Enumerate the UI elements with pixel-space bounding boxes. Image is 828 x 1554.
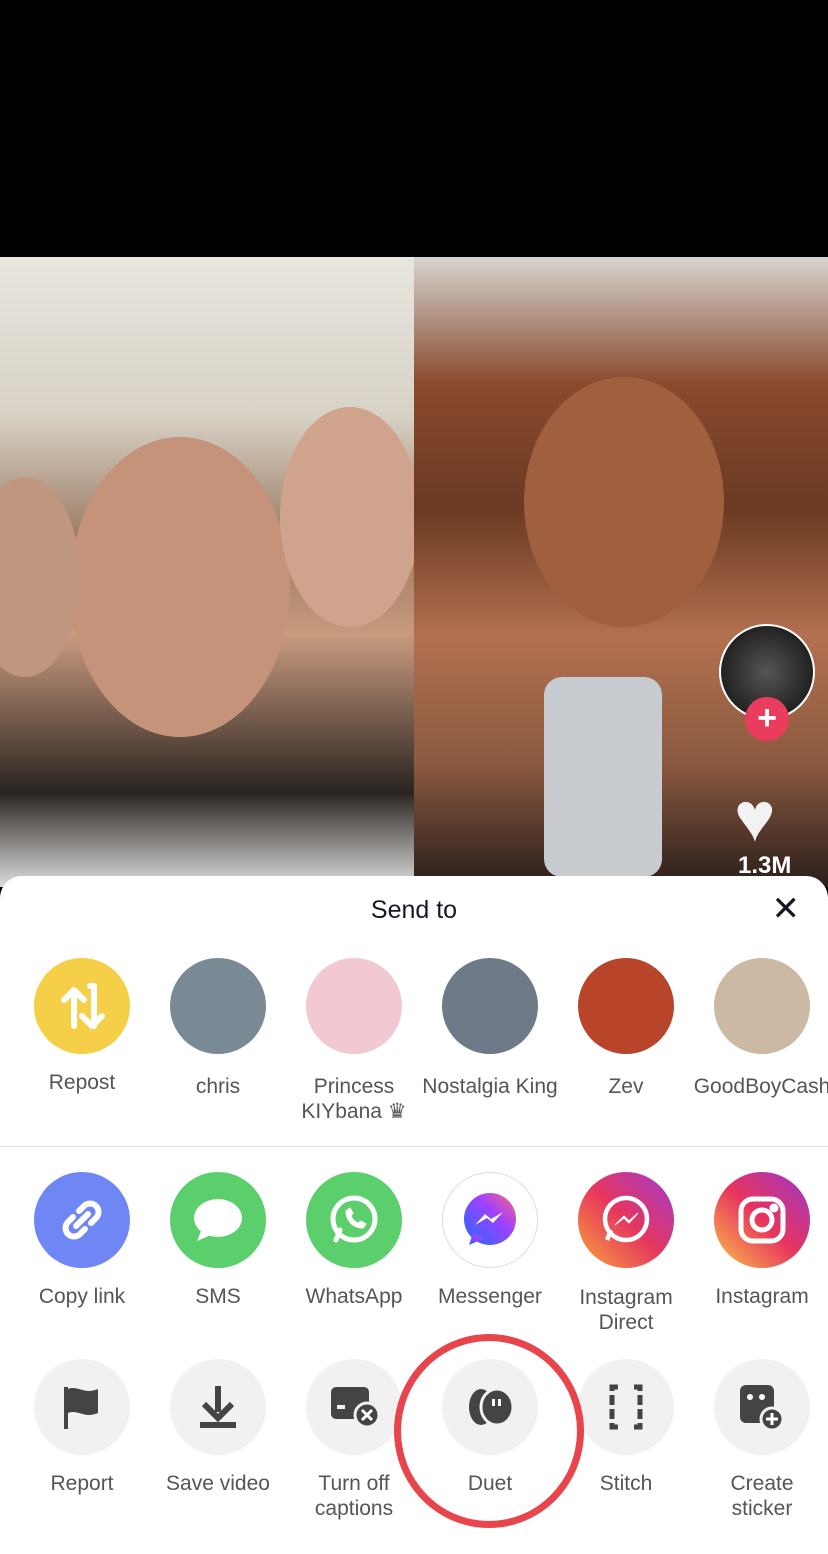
item-label: Create sticker [730,1472,794,1520]
sheet-title: Send to [370,896,458,924]
item-label: Report [50,1472,114,1495]
flag-icon [34,1359,130,1455]
item-label: Instagram Direct [579,1286,673,1334]
contacts-zev[interactable]: Zev [558,958,694,1099]
item-label: Stitch [599,1472,653,1495]
person [524,377,724,627]
divider [0,1146,828,1147]
contacts-repost[interactable]: Repost [14,958,150,1095]
share_apps-instagram[interactable]: Instagram [694,1172,828,1309]
item-label: GoodBoyCash [693,1075,828,1098]
item-label: Save video [166,1472,270,1495]
stitch-icon [578,1359,674,1455]
download-icon [170,1359,266,1455]
actions-create-sticker[interactable]: Create sticker [694,1359,828,1521]
avatar [578,958,674,1054]
item-label: Nostalgia King [422,1075,558,1098]
contacts-nostalgia-king[interactable]: Nostalgia King [422,958,558,1099]
share_apps-instagram-direct[interactable]: Instagram Direct [558,1172,694,1335]
captions-off-icon [306,1359,402,1455]
heart-icon[interactable]: ♥ [734,782,776,852]
phone [544,677,662,877]
person [0,477,80,677]
contacts-princess-kiybana[interactable]: Princess KIYbana ♛ [286,958,422,1124]
item-label: WhatsApp [305,1285,403,1308]
instagram-direct-icon [578,1172,674,1268]
link-icon [34,1172,130,1268]
chat-bubble-icon [170,1172,266,1268]
avatar [714,958,810,1054]
item-label: Instagram [715,1285,809,1308]
messenger-icon [442,1172,538,1268]
item-label: Repost [48,1071,116,1094]
avatar [442,958,538,1054]
item-label: Princess KIYbana ♛ [301,1075,407,1123]
follow-plus-icon[interactable]: + [745,697,789,741]
contacts-chris[interactable]: chris [150,958,286,1099]
person [280,407,420,627]
avatar [170,958,266,1054]
actions-report[interactable]: Report [14,1359,150,1496]
item-label: chris [195,1075,241,1098]
share_apps-copy-link[interactable]: Copy link [14,1172,150,1309]
contacts-goodboycash[interactable]: GoodBoyCash [694,958,828,1099]
share_apps-whatsapp[interactable]: WhatsApp [286,1172,422,1309]
whatsapp-icon [306,1172,402,1268]
item-label: Copy link [38,1285,126,1308]
item-label: Messenger [438,1285,542,1308]
close-icon[interactable]: ✕ [772,892,801,926]
duet-video-left[interactable] [0,257,420,887]
share_apps-messenger[interactable]: Messenger [422,1172,558,1309]
avatar [306,958,402,1054]
repost-icon [34,958,130,1054]
person [70,437,290,737]
share_apps-sms[interactable]: SMS [150,1172,286,1309]
item-label: Turn off captions [314,1472,394,1520]
item-label: SMS [195,1285,241,1308]
highlight-circle [394,1334,584,1528]
black-letterbox [0,0,828,257]
item-label: Zev [608,1075,644,1098]
instagram-icon [714,1172,810,1268]
actions-save-video[interactable]: Save video [150,1359,286,1496]
sticker-add-icon [714,1359,810,1455]
